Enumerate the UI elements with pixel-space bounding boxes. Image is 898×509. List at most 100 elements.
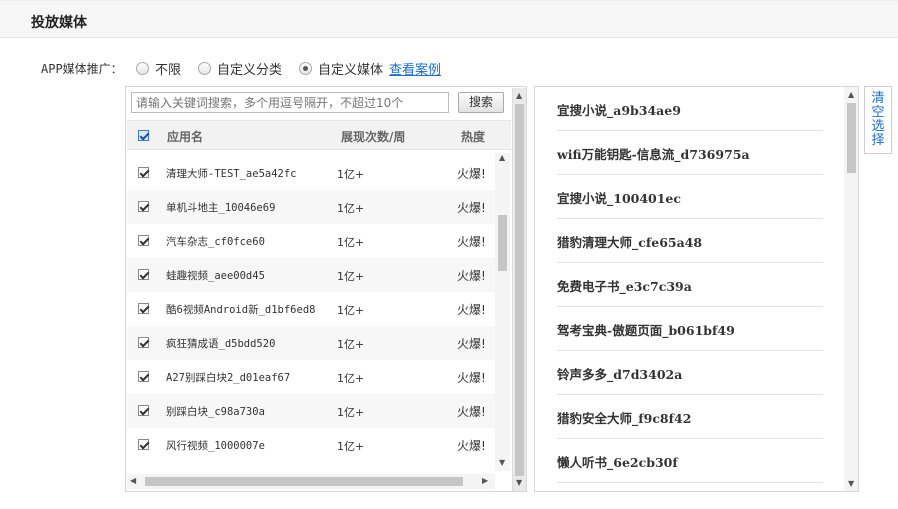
table-row[interactable]: 别踩白块_c98a730a 1亿+ 火爆! [127,394,495,428]
app-name: 疯狂猜成语_d5bdd520 [166,338,276,350]
table-row[interactable]: A27别踩白块2_d01eaf67 1亿+ 火爆! [127,360,495,394]
selected-item[interactable]: 猎豹清理大师_cfe65a48 [557,219,823,263]
row-checkbox[interactable] [138,167,149,178]
list-horizontal-scrollbar[interactable]: ◀ ▶ [127,474,495,489]
selected-item[interactable]: wifi万能钥匙-信息流_d736975a [557,131,823,175]
app-list: 清理大师-TEST_ae5a42fc 1亿+ 火爆! 单机斗地主_10046e6… [127,151,511,471]
selected-item-label: 铃声多多_d7d3402a [557,367,683,382]
selected-item-label: 猎豹安全大师_f9c8f42 [557,411,692,426]
panel-vertical-scrollbar[interactable]: ▲ ▼ [512,88,526,491]
radio-label: 自定义分类 [217,62,283,78]
table-row[interactable]: 风行视频_1000007e 1亿+ 火爆! [127,428,495,462]
heat: 火爆! [457,439,486,453]
search-input[interactable] [131,92,449,113]
app-name: 汽车杂志_cf0fce60 [166,236,265,248]
view-case-link[interactable]: 查看案例 [389,59,441,78]
clear-label-char: 空 [871,105,885,120]
row-checkbox[interactable] [138,303,149,314]
clear-label-char: 选 [871,119,885,134]
selected-item[interactable]: 宜搜小说_100401ec [557,175,823,219]
heat: 火爆! [457,201,486,215]
selected-item-label: 宜搜小说_a9b34ae9 [557,103,681,118]
scroll-right-icon[interactable]: ▶ [482,476,488,485]
scroll-up-icon[interactable]: ▲ [499,153,505,162]
selected-item[interactable]: 免费电子书_e3c7c39a [557,263,823,307]
radio-button[interactable] [136,61,149,75]
selected-item[interactable]: 宜搜小说_a9b34ae9 [557,87,823,131]
weekly-views: 1亿+ [337,202,365,215]
radio-unlimited[interactable]: 不限 [136,59,181,78]
section-header: 投放媒体 [0,0,898,38]
scroll-down-icon[interactable]: ▼ [516,478,522,487]
scroll-left-icon[interactable]: ◀ [130,476,136,485]
radio-button[interactable] [299,61,313,75]
scroll-thumb[interactable] [145,477,463,486]
section-title: 投放媒体 [31,15,87,31]
table-row[interactable]: 汽车杂志_cf0fce60 1亿+ 火爆! [127,224,495,258]
table-header: 应用名 展现次数/周 热度 [127,120,511,150]
selected-item-label: 猎豹清理大师_cfe65a48 [557,235,703,250]
selected-vertical-scrollbar[interactable]: ▲ ▼ [844,87,858,491]
clear-selection-button[interactable]: 清 空 选 择 [864,86,892,154]
scroll-thumb[interactable] [515,104,524,476]
selected-item-label: 驾考宝典-傲题页面_b061bf49 [557,323,735,338]
scroll-down-icon[interactable]: ▼ [499,458,505,467]
column-weekly-views: 展现次数/周 [341,130,406,144]
app-name: 蛙趣视频_aee00d45 [166,270,265,282]
weekly-views: 1亿+ [337,304,365,317]
row-checkbox[interactable] [138,439,149,450]
row-checkbox[interactable] [138,269,149,280]
clear-label-char: 择 [871,133,885,148]
row-checkbox[interactable] [138,405,149,416]
app-name: 清理大师-TEST_ae5a42fc [166,168,297,180]
selected-item[interactable]: 铃声多多_d7d3402a [557,351,823,395]
radio-button[interactable] [198,61,212,75]
table-row[interactable]: 疯狂猜成语_d5bdd520 1亿+ 火爆! [127,326,495,360]
app-name: 别踩白块_c98a730a [166,406,265,418]
row-checkbox[interactable] [138,235,149,246]
scroll-up-icon[interactable]: ▲ [848,90,854,99]
table-row[interactable]: 酷6视频Android新_d1bf6ed8 1亿+ 火爆! [127,292,495,326]
table-row[interactable]: 清理大师-TEST_ae5a42fc 1亿+ 火爆! [127,156,495,190]
heat: 火爆! [457,303,486,317]
row-checkbox[interactable] [138,371,149,382]
selected-media-panel: 宜搜小说_a9b34ae9 wifi万能钥匙-信息流_d736975a 宜搜小说… [534,86,859,492]
media-picker-panel: 搜索 应用名 展现次数/周 热度 清理大师-TEST_ae5a42fc 1亿+ … [125,86,527,492]
radio-label: 不限 [155,62,182,78]
selected-item-label: 懒人听书_6e2cb30f [557,455,678,470]
scroll-down-icon[interactable]: ▼ [848,479,854,488]
scroll-thumb[interactable] [847,103,856,173]
radio-custom-category[interactable]: 自定义分类 [198,59,282,78]
app-name: A27别踩白块2_d01eaf67 [166,372,291,384]
weekly-views: 1亿+ [337,440,365,453]
scroll-up-icon[interactable]: ▲ [516,91,522,100]
heat: 火爆! [457,337,486,351]
search-button[interactable]: 搜索 [458,92,504,113]
column-app-name: 应用名 [167,130,204,144]
heat: 火爆! [457,405,486,419]
app-name: 单机斗地主_10046e69 [166,202,276,214]
scroll-thumb[interactable] [498,215,507,271]
row-checkbox[interactable] [138,201,149,212]
column-heat: 热度 [461,130,486,144]
heat: 火爆! [457,167,486,181]
selected-item-label: 免费电子书_e3c7c39a [557,279,692,294]
selected-item[interactable]: 驾考宝典-傲题页面_b061bf49 [557,307,823,351]
selected-item-label: 宜搜小说_100401ec [557,191,681,206]
weekly-views: 1亿+ [337,168,365,181]
select-all-checkbox[interactable] [138,130,149,141]
weekly-views: 1亿+ [337,270,365,283]
selected-item[interactable]: 猎豹安全大师_f9c8f42 [557,395,823,439]
weekly-views: 1亿+ [337,372,365,385]
table-row[interactable]: 单机斗地主_10046e69 1亿+ 火爆! [127,190,495,224]
list-vertical-scrollbar[interactable]: ▲ ▼ [495,153,510,471]
heat: 火爆! [457,371,486,385]
selected-item[interactable]: 懒人听书_6e2cb30f [557,439,823,483]
row-checkbox[interactable] [138,337,149,348]
table-row[interactable]: 蛙趣视频_aee00d45 1亿+ 火爆! [127,258,495,292]
promo-label: APP媒体推广： [41,61,123,76]
radio-custom-media[interactable]: 自定义媒体 [299,59,383,78]
selected-item-label: wifi万能钥匙-信息流_d736975a [557,147,750,162]
radio-label: 自定义媒体 [318,62,384,78]
heat: 火爆! [457,269,486,283]
